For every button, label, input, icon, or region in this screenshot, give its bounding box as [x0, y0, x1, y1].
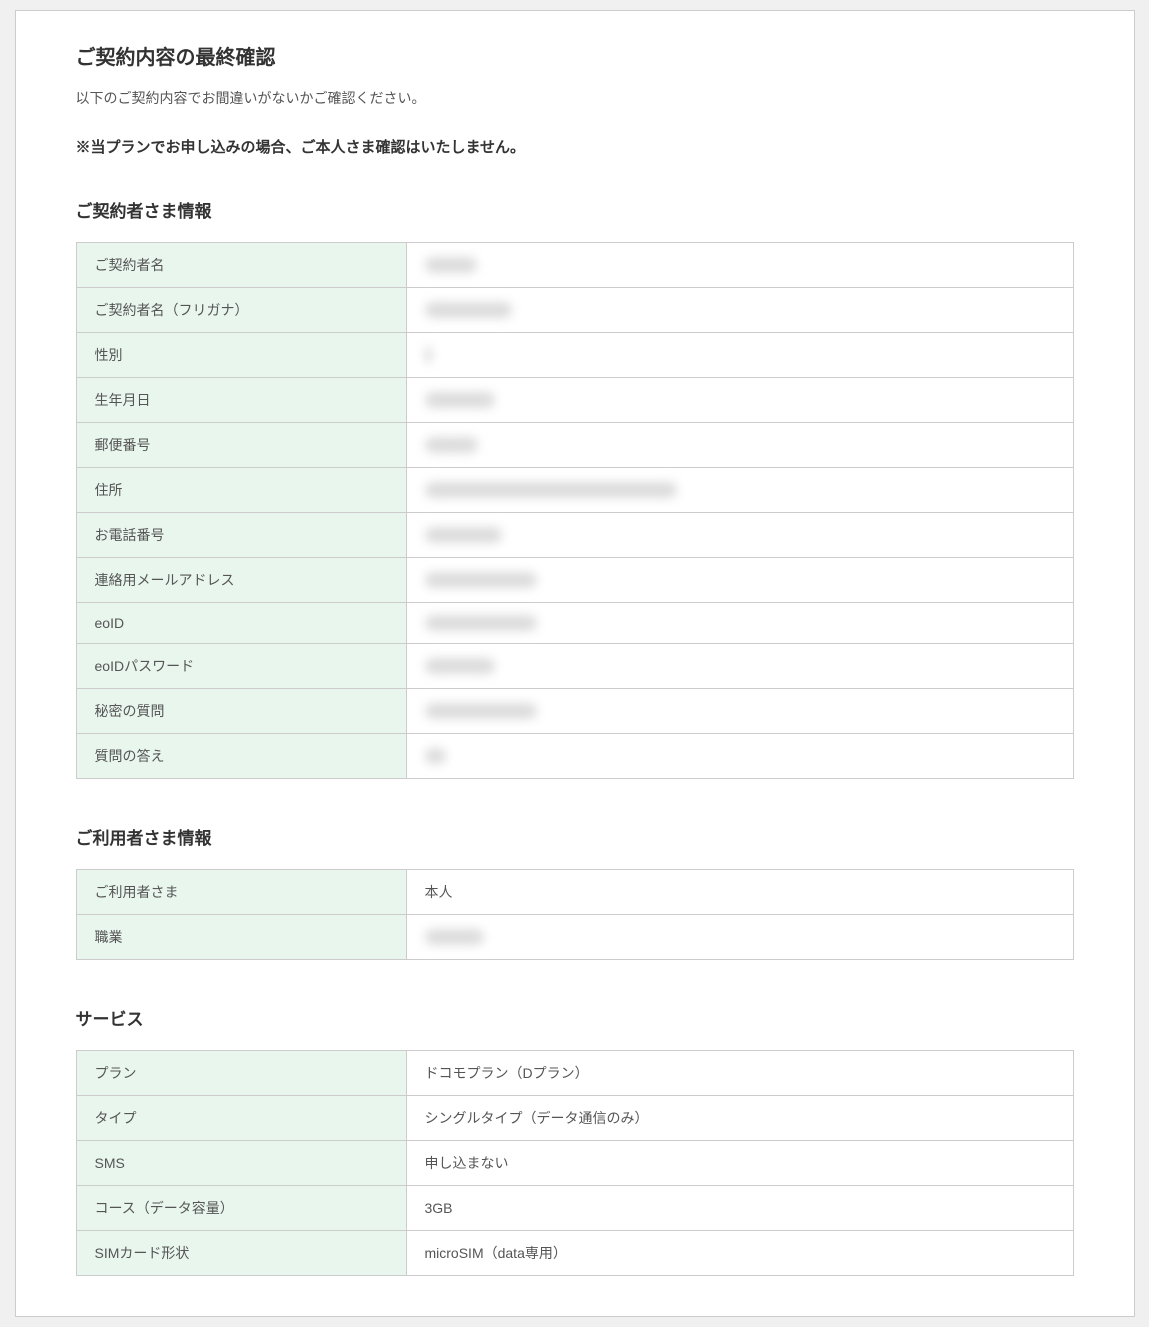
row-value-text: xxxxxxxxxxx	[425, 527, 502, 543]
page-title: ご契約内容の最終確認	[76, 41, 1074, 70]
section-heading-contractor: ご契約者さま情報	[76, 197, 1074, 222]
row-label: 性別	[76, 333, 406, 378]
row-value-text: xxxxxxxxxxxxxxxxxxxxxxxxxxxxxxxxxxxx	[425, 482, 677, 498]
row-value-text: xxxxxxxxxxxxxxxx	[425, 703, 537, 719]
row-value: xxxxxxxxxx	[406, 378, 1073, 423]
row-label: SMS	[76, 1141, 406, 1186]
notice-text: ※当プランでお申し込みの場合、ご本人さま確認はいたしません。	[76, 136, 1074, 157]
section-heading-user: ご利用者さま情報	[76, 824, 1074, 849]
row-label: お電話番号	[76, 513, 406, 558]
table-row: SIMカード形状 microSIM（data専用）	[76, 1231, 1073, 1276]
row-value-text: 申し込まない	[425, 1155, 509, 1171]
row-value-text: xxxxxxxxxx	[425, 658, 495, 674]
row-value: x	[406, 333, 1073, 378]
row-value: xxxxx@xxxxxxxxx	[406, 558, 1073, 603]
row-label: タイプ	[76, 1096, 406, 1141]
row-value: xxx	[406, 734, 1073, 779]
table-row: eoIDパスワード xxxxxxxxxx	[76, 644, 1073, 689]
row-value: xxxxx@xxxxxxxxx	[406, 603, 1073, 644]
row-value: 本人	[406, 870, 1073, 915]
row-label: プラン	[76, 1051, 406, 1096]
table-row: コース（データ容量） 3GB	[76, 1186, 1073, 1231]
row-label: ご利用者さま	[76, 870, 406, 915]
row-value: xxxxx xxxxxxx	[406, 288, 1073, 333]
row-label: 住所	[76, 468, 406, 513]
row-value: xxxxxxxxxx	[406, 644, 1073, 689]
row-value: xxx-xxxx	[406, 423, 1073, 468]
table-row: SMS 申し込まない	[76, 1141, 1073, 1186]
row-value-text: x	[425, 347, 432, 363]
row-value-text: ドコモプラン（Dプラン）	[425, 1065, 589, 1081]
row-value-text: xxxxxxxxxx	[425, 392, 495, 408]
row-label: 連絡用メールアドレス	[76, 558, 406, 603]
row-value: xxxxxxxxxxx	[406, 513, 1073, 558]
service-table: プラン ドコモプラン（Dプラン） タイプ シングルタイプ（データ通信のみ） SMS 申し込…	[76, 1050, 1074, 1276]
table-row: 性別 x	[76, 333, 1073, 378]
row-label: 生年月日	[76, 378, 406, 423]
table-row: 職業 xxxxx xxx	[76, 915, 1073, 960]
row-value-text: シングルタイプ（データ通信のみ）	[425, 1110, 649, 1126]
row-value-text: 3GB	[425, 1200, 453, 1216]
row-value-text: xxx-xxxx	[425, 437, 479, 453]
row-value: xxxxxxxxxxxxxxxxxxxxxxxxxxxxxxxxxxxx	[406, 468, 1073, 513]
row-value-text: xxxxx xxx	[425, 929, 485, 945]
row-value-text: xxx	[425, 748, 446, 764]
row-value: xxxx xxx	[406, 243, 1073, 288]
row-value: xxxxxxxxxxxxxxxx	[406, 689, 1073, 734]
row-label: コース（データ容量）	[76, 1186, 406, 1231]
row-label: eoID	[76, 603, 406, 644]
table-row: ご利用者さま 本人	[76, 870, 1073, 915]
table-row: 連絡用メールアドレス xxxxx@xxxxxxxxx	[76, 558, 1073, 603]
table-row: プラン ドコモプラン（Dプラン）	[76, 1051, 1073, 1096]
row-label: eoIDパスワード	[76, 644, 406, 689]
table-row: 生年月日 xxxxxxxxxx	[76, 378, 1073, 423]
table-row: タイプ シングルタイプ（データ通信のみ）	[76, 1096, 1073, 1141]
user-table: ご利用者さま 本人職業 xxxxx xxx	[76, 869, 1074, 960]
row-value: 3GB	[406, 1186, 1073, 1231]
row-label: ご契約者名	[76, 243, 406, 288]
section-heading-service: サービス	[76, 1005, 1074, 1030]
row-label: 秘密の質問	[76, 689, 406, 734]
row-value-text: xxxxx@xxxxxxxxx	[425, 615, 537, 631]
row-value-text: microSIM（data専用）	[425, 1245, 567, 1261]
table-row: eoID xxxxx@xxxxxxxxx	[76, 603, 1073, 644]
table-row: お電話番号 xxxxxxxxxxx	[76, 513, 1073, 558]
row-value: ドコモプラン（Dプラン）	[406, 1051, 1073, 1096]
row-value: シングルタイプ（データ通信のみ）	[406, 1096, 1073, 1141]
table-row: 住所 xxxxxxxxxxxxxxxxxxxxxxxxxxxxxxxxxxxx	[76, 468, 1073, 513]
row-label: SIMカード形状	[76, 1231, 406, 1276]
row-value: microSIM（data専用）	[406, 1231, 1073, 1276]
table-row: ご契約者名 xxxx xxx	[76, 243, 1073, 288]
row-value: 申し込まない	[406, 1141, 1073, 1186]
intro-text: 以下のご契約内容でお間違いがないかご確認ください。	[76, 88, 1074, 108]
table-row: ご契約者名（フリガナ） xxxxx xxxxxxx	[76, 288, 1073, 333]
table-row: 郵便番号 xxx-xxxx	[76, 423, 1073, 468]
row-label: 郵便番号	[76, 423, 406, 468]
row-label: 質問の答え	[76, 734, 406, 779]
table-row: 秘密の質問 xxxxxxxxxxxxxxxx	[76, 689, 1073, 734]
table-row: 質問の答え xxx	[76, 734, 1073, 779]
row-value: xxxxx xxx	[406, 915, 1073, 960]
row-value-text: xxxx xxx	[425, 257, 478, 273]
row-label: 職業	[76, 915, 406, 960]
row-label: ご契約者名（フリガナ）	[76, 288, 406, 333]
row-value-text: xxxxx@xxxxxxxxx	[425, 572, 537, 588]
row-value-text: 本人	[425, 884, 453, 900]
contractor-table: ご契約者名 xxxx xxx ご契約者名（フリガナ） xxxxx xxxxxxx 性別 x…	[76, 242, 1074, 779]
confirmation-page: ご契約内容の最終確認 以下のご契約内容でお間違いがないかご確認ください。 ※当プ…	[15, 10, 1135, 1317]
row-value-text: xxxxx xxxxxxx	[425, 302, 513, 318]
